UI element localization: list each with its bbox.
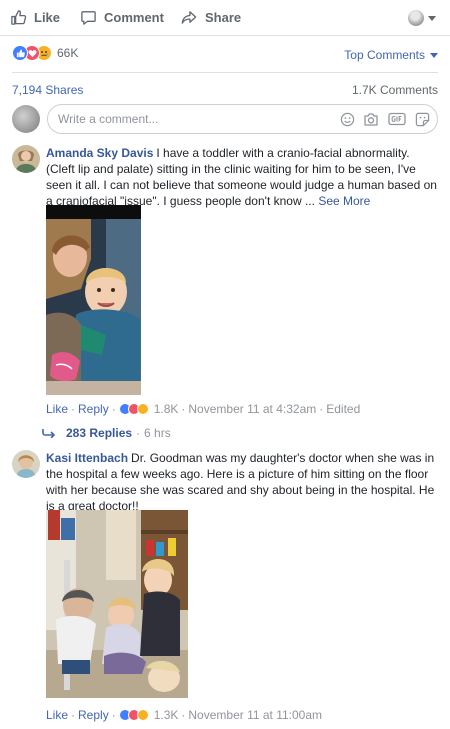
camera-icon[interactable] bbox=[363, 111, 379, 127]
sort-label: Top Comments bbox=[344, 48, 425, 62]
comment-photo[interactable] bbox=[46, 205, 141, 395]
comment-input[interactable] bbox=[58, 112, 318, 126]
comment-icon bbox=[81, 11, 96, 25]
comment-sort-dropdown[interactable]: Top Comments bbox=[344, 48, 438, 62]
haha-icon bbox=[136, 403, 149, 415]
comment-author[interactable]: Kasi Ittenbach bbox=[46, 451, 128, 465]
profile-selector[interactable] bbox=[408, 10, 436, 26]
replies-age: 6 hrs bbox=[144, 426, 171, 440]
comment-text-block: Kasi Ittenbach Dr. Goodman was my daughte… bbox=[46, 450, 438, 514]
like-icon bbox=[12, 45, 28, 61]
post-action-bar: Like Comment Share bbox=[0, 0, 450, 36]
replies-count: 283 Replies bbox=[66, 426, 133, 440]
comment-meta: Like · Reply · 1.8K · November 11 at 4:3… bbox=[46, 402, 361, 416]
share-icon bbox=[181, 11, 197, 24]
emoji-icon[interactable] bbox=[339, 111, 355, 127]
comment-composer[interactable] bbox=[47, 104, 438, 134]
wow-icon bbox=[136, 709, 149, 721]
comment-reactions[interactable] bbox=[118, 403, 149, 415]
sticker-icon[interactable] bbox=[414, 111, 430, 127]
comment-author[interactable]: Amanda Sky Davis bbox=[46, 146, 153, 160]
like-label: Like bbox=[34, 10, 61, 25]
comment-reactions[interactable] bbox=[118, 709, 149, 721]
share-button[interactable]: Share bbox=[180, 9, 241, 26]
reaction-count: 66K bbox=[57, 46, 79, 60]
comment-avatar[interactable] bbox=[12, 145, 40, 173]
see-more-link[interactable]: See More bbox=[318, 194, 370, 208]
comment-photo[interactable] bbox=[46, 510, 188, 698]
comment-label: Comment bbox=[104, 10, 164, 25]
gif-icon[interactable] bbox=[388, 111, 406, 127]
comment-like-link[interactable]: Like bbox=[46, 708, 68, 722]
comments-panel: Like Comment Share 66K Top Comments 7,19… bbox=[0, 0, 450, 729]
shares-link[interactable]: 7,194 Shares bbox=[12, 83, 83, 97]
comment-timestamp[interactable]: November 11 at 11:00am bbox=[188, 708, 322, 722]
comment-reaction-count: 1.8K bbox=[153, 402, 179, 416]
comment-reaction-count: 1.3K bbox=[153, 708, 179, 722]
comments-count[interactable]: 1.7K Comments bbox=[352, 83, 438, 97]
current-user-avatar bbox=[12, 105, 40, 133]
like-button[interactable]: Like bbox=[10, 9, 60, 26]
reply-arrow-icon bbox=[42, 429, 55, 438]
comment-item: Kasi Ittenbach Dr. Goodman was my daughte… bbox=[12, 450, 438, 729]
comment-button[interactable]: Comment bbox=[80, 9, 164, 26]
share-label: Share bbox=[205, 10, 242, 25]
comment-reply-link[interactable]: Reply bbox=[78, 708, 109, 722]
profile-avatar bbox=[408, 10, 424, 26]
comment-reply-link[interactable]: Reply bbox=[78, 402, 109, 416]
reactions-summary[interactable]: 66K bbox=[12, 45, 78, 61]
comment-item: Amanda Sky Davis I have a toddler with a … bbox=[12, 145, 438, 445]
comment-timestamp[interactable]: November 11 at 4:32am bbox=[188, 402, 316, 416]
caret-down-icon bbox=[430, 52, 438, 58]
comment-avatar[interactable] bbox=[12, 450, 40, 478]
comment-like-link[interactable]: Like bbox=[46, 402, 68, 416]
thumbs-up-icon bbox=[11, 10, 27, 25]
comment-meta: Like · Reply · 1.3K · November 11 at 11:… bbox=[46, 708, 323, 722]
chevron-down-icon bbox=[428, 15, 436, 21]
view-replies-link[interactable]: 283 Replies · 6 hrs bbox=[42, 426, 171, 440]
divider bbox=[12, 72, 438, 73]
comment-text-block: Amanda Sky Davis I have a toddler with a … bbox=[46, 145, 438, 209]
comment-edited[interactable]: Edited bbox=[326, 402, 360, 416]
